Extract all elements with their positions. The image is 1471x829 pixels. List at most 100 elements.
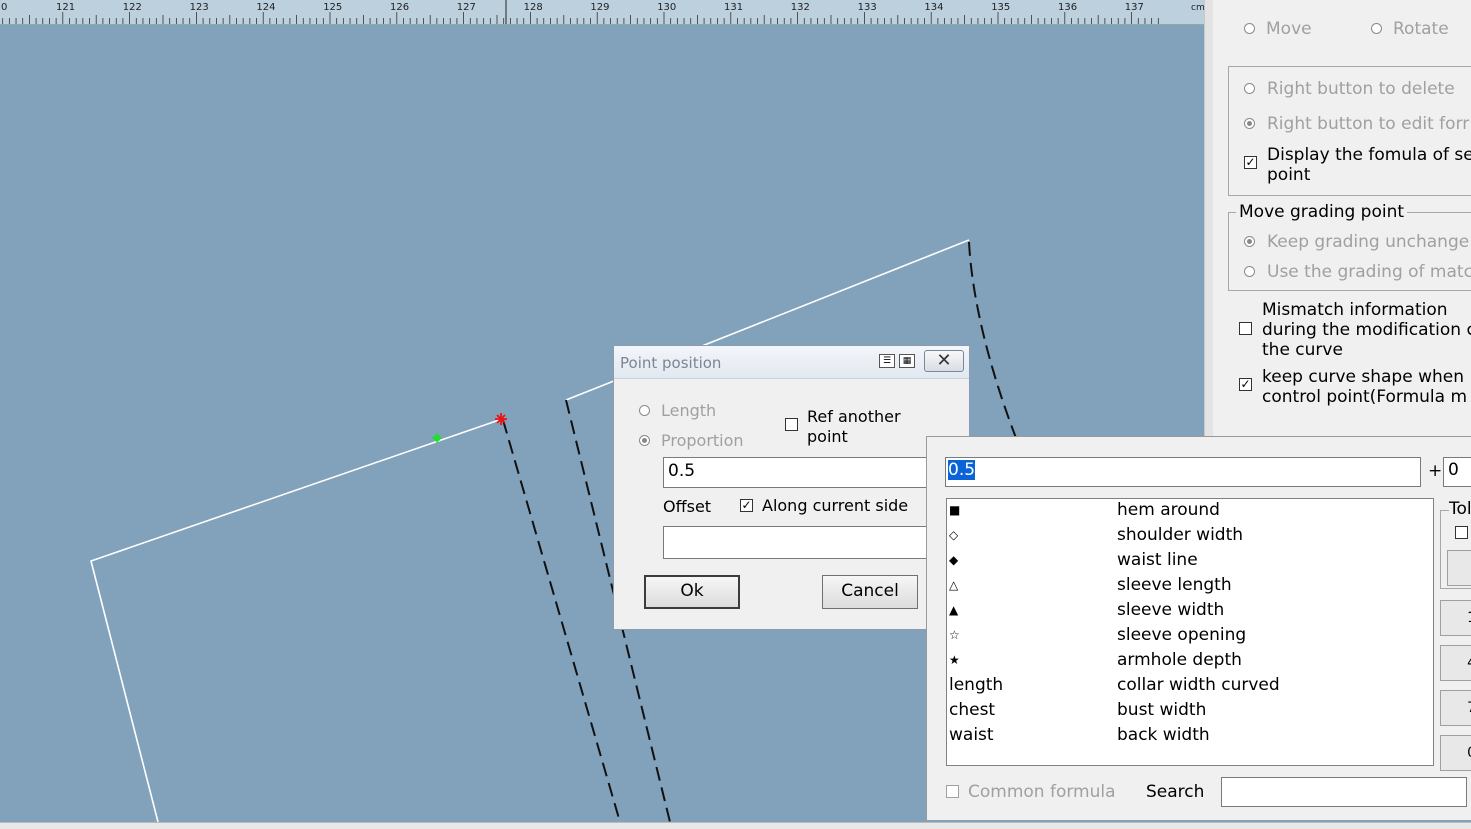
common-formula-checkbox[interactable] <box>946 785 959 798</box>
dialog-titlebar[interactable]: Point position ☰ ▦ ✕ <box>614 346 969 379</box>
mismatch-line2: during the modification c <box>1262 320 1471 340</box>
keep-shape-option[interactable]: ✓ keep curve shape when control point(Fo… <box>1239 367 1467 407</box>
along-current-side-option[interactable]: ✓ Along current side <box>740 496 908 515</box>
tol-title: Tol <box>1449 499 1471 519</box>
keypad-button[interactable]: 7 <box>1440 690 1471 726</box>
list-item-name: sleeve width <box>1117 600 1225 620</box>
list-item[interactable]: △ sleeve length <box>947 574 1433 599</box>
keep-grading-radio[interactable] <box>1244 236 1255 247</box>
ruler-tick-label: 127 <box>457 2 476 13</box>
plus-value-input[interactable]: 0 <box>1443 457 1471 487</box>
list-item-symbol: △ <box>949 578 959 592</box>
point-position-dialog: Point position ☰ ▦ ✕ Length Proportion R… <box>613 345 973 630</box>
keypad-button[interactable]: 4 <box>1440 645 1471 681</box>
ruler-tick-label: 123 <box>190 2 209 13</box>
calculator-icon[interactable]: ▦ <box>899 354 915 368</box>
list-item-name: collar width curved <box>1117 675 1280 695</box>
mismatch-label: Mismatch information during the modifica… <box>1262 300 1471 360</box>
common-formula-option[interactable]: Common formula <box>946 782 1116 802</box>
keep-shape-line2: control point(Formula m <box>1262 387 1468 407</box>
formula-panel: 0.5 + 0 ■ hem around ◇ shoulder width ◆ waist… <box>926 436 1471 820</box>
list-view-icon[interactable]: ☰ <box>879 354 895 368</box>
ruler-tick-label: 131 <box>724 2 743 13</box>
search-input[interactable] <box>1221 777 1467 807</box>
list-item[interactable]: ■ hem around <box>947 499 1433 524</box>
keypad-button[interactable]: 1 <box>1440 600 1471 636</box>
right-delete-radio[interactable] <box>1244 83 1255 94</box>
keep-shape-checkbox[interactable]: ✓ <box>1239 378 1252 391</box>
move-radio[interactable] <box>1244 23 1255 34</box>
ruler-tick-label: 129 <box>590 2 609 13</box>
formula-input[interactable]: 0.5 <box>945 457 1421 487</box>
ref-another-point-checkbox[interactable] <box>785 418 798 431</box>
tol-checkbox[interactable] <box>1455 526 1468 539</box>
cancel-button[interactable]: Cancel <box>822 575 918 609</box>
list-item-name: waist line <box>1117 550 1198 570</box>
pattern-outline-left[interactable] <box>90 418 503 822</box>
use-grading-option[interactable]: Use the grading of matc <box>1244 262 1471 282</box>
keep-shape-label: keep curve shape when control point(Form… <box>1262 367 1467 407</box>
ruler-tick-label: 133 <box>858 2 877 13</box>
list-item[interactable]: ▲ sleeve width <box>947 599 1433 624</box>
list-item-name: sleeve opening <box>1117 625 1247 645</box>
proportion-option[interactable]: Proportion <box>639 431 744 450</box>
ruler-tick-label: 0 <box>1 2 7 13</box>
selected-point-marker[interactable] <box>495 413 507 425</box>
ruler-tick-label: 135 <box>991 2 1010 13</box>
close-icon[interactable]: ✕ <box>924 350 964 372</box>
list-item[interactable]: ◆ waist line <box>947 549 1433 574</box>
right-edit-label: Right button to edit forr <box>1267 114 1470 134</box>
list-item[interactable]: ★ armhole depth <box>947 649 1433 674</box>
ok-button[interactable]: Ok <box>644 575 740 609</box>
list-item[interactable]: chest bust width <box>947 699 1433 724</box>
list-item-symbol: length <box>949 675 1004 695</box>
list-item-name: bust width <box>1117 700 1207 720</box>
list-item[interactable]: length collar width curved <box>947 674 1433 699</box>
mismatch-line1: Mismatch information <box>1262 300 1448 320</box>
proportion-radio[interactable] <box>639 435 650 446</box>
mismatch-checkbox[interactable] <box>1239 322 1252 335</box>
display-formula-line2: point <box>1267 165 1311 185</box>
ref-another-point-option[interactable]: Ref another point <box>785 407 901 447</box>
list-item-symbol: waist <box>949 725 994 745</box>
length-option[interactable]: Length <box>639 401 716 420</box>
common-formula-label: Common formula <box>968 782 1116 802</box>
right-delete-option[interactable]: Right button to delete <box>1244 79 1455 99</box>
list-item[interactable]: ☆ sleeve opening <box>947 624 1433 649</box>
list-item-name: back width <box>1117 725 1210 745</box>
length-radio[interactable] <box>639 405 650 416</box>
seam-line-3[interactable] <box>968 241 1017 439</box>
size-parts-list[interactable]: ■ hem around ◇ shoulder width ◆ waist line △ sl… <box>946 498 1434 766</box>
right-edit-radio[interactable] <box>1244 118 1255 129</box>
display-formula-checkbox[interactable]: ✓ <box>1244 156 1257 169</box>
list-item[interactable]: waist back width <box>947 724 1433 749</box>
list-item-symbol: ▲ <box>949 603 959 617</box>
mismatch-option[interactable]: Mismatch information during the modifica… <box>1239 300 1471 360</box>
ruler-tick-label: 126 <box>390 2 409 13</box>
right-delete-label: Right button to delete <box>1267 79 1455 99</box>
list-item[interactable]: ◇ shoulder width <box>947 524 1433 549</box>
mismatch-line3: the curve <box>1262 340 1343 360</box>
ruler-tick-label: 137 <box>1125 2 1144 13</box>
rotate-option[interactable]: Rotate <box>1371 19 1449 39</box>
keypad-button[interactable]: 0 <box>1440 735 1471 771</box>
right-edit-option[interactable]: Right button to edit forr <box>1244 114 1469 134</box>
ruler-scale: 0 121 122 123 124 125 126 127 128 129 130 131 132 133… <box>1 0 1204 24</box>
use-grading-radio[interactable] <box>1244 266 1255 277</box>
along-current-side-checkbox[interactable]: ✓ <box>740 499 753 512</box>
move-grading-title: Move grading point <box>1236 202 1408 222</box>
ref-line1: Ref another <box>807 407 901 426</box>
seam-line-1[interactable] <box>502 419 621 822</box>
proportion-label: Proportion <box>661 431 744 450</box>
plus-sign: + <box>1428 461 1443 481</box>
ruler-tick-label: 130 <box>657 2 676 13</box>
move-option[interactable]: Move <box>1244 19 1312 39</box>
display-formula-option[interactable]: ✓ Display the fomula of se point <box>1244 145 1471 185</box>
green-point-marker[interactable] <box>432 433 442 443</box>
tol-button[interactable] <box>1447 550 1471 586</box>
rotate-radio[interactable] <box>1371 23 1382 34</box>
list-item-symbol: ■ <box>949 503 961 517</box>
search-label: Search <box>1146 782 1205 802</box>
ruler-tick-label: 121 <box>56 2 75 13</box>
keep-grading-option[interactable]: Keep grading unchange <box>1244 232 1469 252</box>
